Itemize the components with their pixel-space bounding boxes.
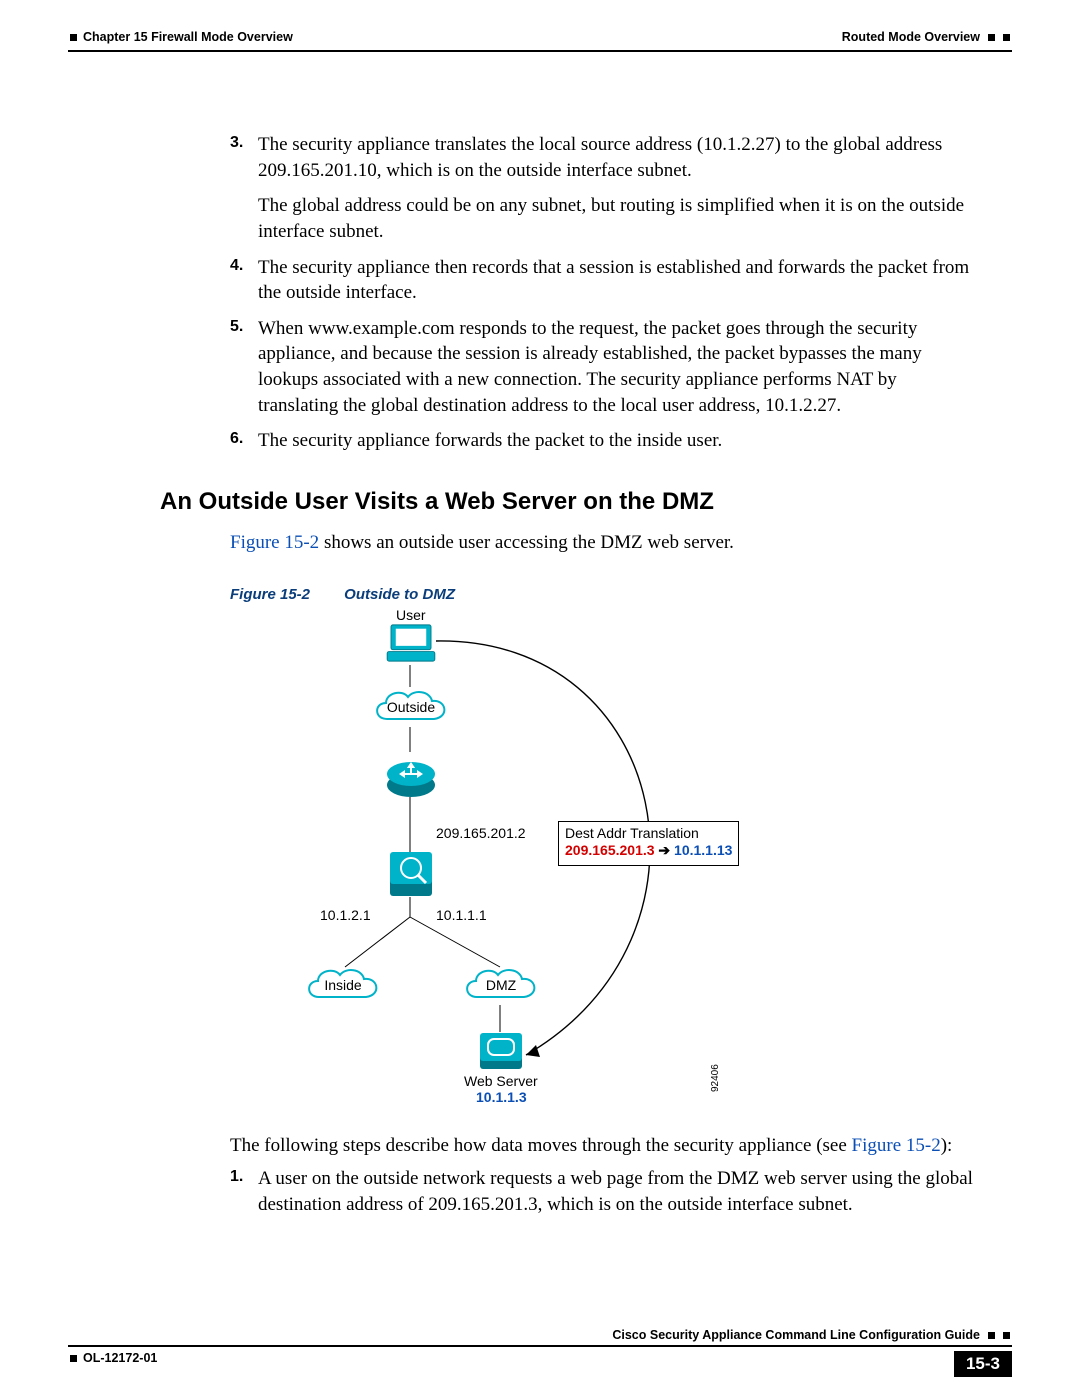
doc-id: OL-12172-01	[60, 1351, 157, 1365]
arrow-icon: ➔	[658, 842, 674, 858]
trans-line: 209.165.201.3 ➔ 10.1.1.13	[565, 842, 732, 860]
step-6: 6. The security appliance forwards the p…	[230, 428, 980, 454]
step-3-note: The global address could be on any subne…	[258, 193, 980, 244]
section-heading: An Outside User Visits a Web Server on t…	[160, 488, 980, 516]
intro-text: shows an outside user accessing the DMZ …	[319, 532, 734, 553]
outside-ip-label: 209.165.201.2	[436, 825, 526, 841]
dmz-label: DMZ	[462, 977, 540, 993]
figure-caption: Figure 15-2 Outside to DMZ	[230, 586, 980, 603]
guide-title: Cisco Security Appliance Command Line Co…	[612, 1328, 980, 1342]
step-5: 5. When www.example.com responds to the …	[230, 316, 980, 419]
header-bullet-icon	[988, 34, 995, 41]
trans-from-ip: 209.165.201.3	[565, 842, 655, 858]
running-header-right: Routed Mode Overview	[842, 30, 1010, 44]
step-number: 3.	[230, 132, 243, 154]
step-number: 4.	[230, 255, 243, 277]
step-1: 1. A user on the outside network request…	[230, 1166, 980, 1217]
dmz-ip-label: 10.1.1.1	[436, 907, 487, 923]
footer-bullet-icon	[70, 1355, 77, 1362]
step-text: The security appliance translates the lo…	[258, 134, 942, 181]
step-text: A user on the outside network requests a…	[258, 1168, 973, 1215]
diagram-lines-icon	[290, 607, 810, 1127]
page-footer: Cisco Security Appliance Command Line Co…	[60, 1328, 1020, 1377]
monitor-icon	[386, 623, 436, 663]
step-text: The security appliance then records that…	[258, 257, 969, 304]
figure-number: Figure 15-2	[230, 586, 340, 603]
figure-ref-link[interactable]: Figure 15-2	[230, 532, 319, 553]
webserver-ip: 10.1.1.3	[476, 1089, 527, 1105]
footer-bullet-icon	[1003, 1332, 1010, 1339]
footer-bullet-icon	[988, 1332, 995, 1339]
step-number: 6.	[230, 428, 243, 450]
dmz-cloud: DMZ	[462, 965, 540, 1007]
user-label: User	[396, 607, 426, 623]
inside-cloud: Inside	[304, 965, 382, 1007]
figure-ref-link[interactable]: Figure 15-2	[852, 1135, 941, 1156]
translation-box: Dest Addr Translation 209.165.201.3 ➔ 10…	[558, 821, 739, 866]
chapter-label: Chapter 15 Firewall Mode Overview	[83, 30, 293, 44]
header-rule	[68, 50, 1012, 52]
inside-ip-label: 10.1.2.1	[320, 907, 371, 923]
server-icon	[478, 1031, 524, 1071]
inside-label: Inside	[304, 977, 382, 993]
webserver-label: Web Server	[464, 1073, 538, 1089]
running-header-left: Chapter 15 Firewall Mode Overview	[70, 30, 293, 44]
outro-pre: The following steps describe how data mo…	[230, 1135, 852, 1156]
step-text: When www.example.com responds to the req…	[258, 318, 922, 416]
page-number: 15-3	[954, 1351, 1012, 1377]
header-bullet-icon	[70, 34, 77, 41]
outro-paragraph: The following steps describe how data mo…	[230, 1133, 980, 1159]
step-number: 1.	[230, 1166, 243, 1188]
step-number: 5.	[230, 316, 243, 338]
intro-paragraph: Figure 15-2 shows an outside user access…	[230, 530, 980, 556]
router-icon	[386, 752, 436, 798]
step-4: 4. The security appliance then records t…	[230, 255, 980, 306]
outside-cloud: Outside	[372, 687, 450, 729]
diagram-number: 92406	[710, 1064, 721, 1092]
step-3: 3. The security appliance translates the…	[230, 132, 980, 245]
outside-label: Outside	[372, 699, 450, 715]
firewall-icon	[388, 850, 434, 898]
doc-id-text: OL-12172-01	[83, 1351, 157, 1365]
header-bullet-icon	[1003, 34, 1010, 41]
trans-title: Dest Addr Translation	[565, 825, 732, 843]
section-label: Routed Mode Overview	[842, 30, 980, 44]
figure-title: Outside to DMZ	[344, 586, 455, 603]
main-content: 3. The security appliance translates the…	[60, 132, 1020, 1218]
outro-post: ):	[941, 1135, 953, 1156]
step-text: The security appliance forwards the pack…	[258, 430, 722, 451]
figure-diagram: User Outside	[290, 607, 810, 1127]
trans-to-ip: 10.1.1.13	[674, 842, 732, 858]
